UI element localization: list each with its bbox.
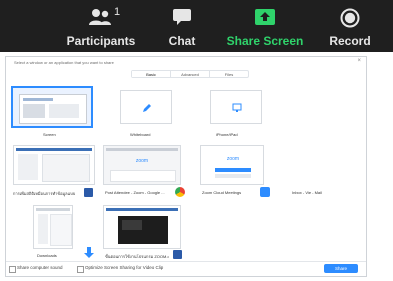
tile-window-thai-doc[interactable]: การเพิ่มสถิติเหมือนการทำข้อมูลแบบ: [11, 145, 101, 197]
share-screen-icon: [255, 9, 275, 25]
chat-label: Chat: [168, 34, 196, 48]
record-icon: [340, 8, 360, 28]
share-screen-button[interactable]: Share Screen: [226, 0, 304, 52]
share-screen-dialog: Select a window or an application that y…: [5, 56, 367, 277]
participants-button[interactable]: 1 Participants: [66, 0, 136, 52]
share-tabs: Basic Advanced Files: [131, 70, 249, 78]
dialog-footer: Share computer sound Optimize Screen Sha…: [6, 261, 366, 276]
window-thumbnail: zoom: [103, 145, 181, 185]
optimize-video-checkbox[interactable]: [77, 266, 84, 273]
tile-label: Post Attendee - Zoom - Google ...: [105, 190, 165, 195]
tile-label: Zoom Cloud Meetings: [202, 190, 242, 195]
share-sound-checkbox[interactable]: [9, 266, 16, 273]
tile-label: Downloads: [37, 253, 57, 258]
word-app-icon: [173, 250, 182, 259]
iphone-ipad-thumbnail: [210, 90, 262, 124]
participants-icon: [89, 9, 111, 25]
tile-label: การเพิ่มสถิติเหมือนการทำข้อมูลแบบ: [13, 191, 76, 196]
device-icon: [232, 103, 242, 112]
record-button[interactable]: Record: [320, 0, 380, 52]
tile-label: Screen: [43, 132, 56, 137]
word-app-icon: [84, 188, 93, 197]
optimize-video-label: Optimize Screen Sharing for Video Clip: [85, 265, 164, 270]
dialog-title: Select a window or an application that y…: [14, 60, 114, 65]
window-thumbnail: zoom: [200, 145, 264, 185]
tab-files[interactable]: Files: [210, 71, 248, 77]
window-thumbnail: [290, 145, 352, 185]
tile-window-zoom[interactable]: zoom Zoom Cloud Meetings: [194, 145, 280, 197]
tile-label: iPhone/iPad: [216, 132, 238, 137]
chat-icon: [173, 9, 191, 25]
zoom-app-icon: [260, 187, 270, 197]
tile-window-mail[interactable]: Inbox - Vie - Mail: [286, 145, 360, 197]
window-thumbnail: [33, 205, 73, 249]
download-arrow-icon: [84, 247, 94, 258]
participants-count: 1: [114, 6, 121, 18]
window-thumbnail: [13, 145, 95, 185]
share-screen-label: Share Screen: [226, 34, 304, 48]
tile-screen[interactable]: Screen: [11, 86, 93, 138]
meeting-toolbar: 1 Participants Chat Share Screen Record: [0, 0, 393, 52]
window-thumbnail: [103, 205, 181, 249]
screen-thumbnail: [11, 86, 93, 128]
tile-label: Whiteboard: [130, 132, 151, 137]
tile-iphone-ipad[interactable]: iPhone/iPad: [196, 86, 276, 138]
tile-window-zoom-doc[interactable]: ขั้นตอนการใช้งานโปรแกรม ZOOM.do...: [103, 203, 189, 261]
pencil-icon: [143, 104, 151, 112]
share-button[interactable]: Share: [324, 264, 358, 273]
tile-window-downloads[interactable]: Downloads: [11, 203, 101, 261]
tile-whiteboard[interactable]: Whiteboard: [106, 86, 186, 138]
share-sound-label: Share computer sound: [17, 265, 63, 270]
tile-label: Inbox - Vie - Mail: [292, 190, 322, 195]
record-label: Record: [329, 34, 371, 48]
tab-advanced[interactable]: Advanced: [171, 71, 210, 77]
participants-label: Participants: [66, 34, 136, 48]
tile-window-chrome[interactable]: zoom Post Attendee - Zoom - Google ...: [103, 145, 189, 197]
chrome-app-icon: [175, 187, 185, 197]
tile-label: ขั้นตอนการใช้งานโปรแกรม ZOOM.do...: [105, 254, 169, 259]
close-icon[interactable]: ×: [357, 58, 361, 64]
whiteboard-thumbnail: [120, 90, 172, 124]
tab-basic[interactable]: Basic: [132, 71, 171, 77]
chat-button[interactable]: Chat: [160, 0, 204, 52]
